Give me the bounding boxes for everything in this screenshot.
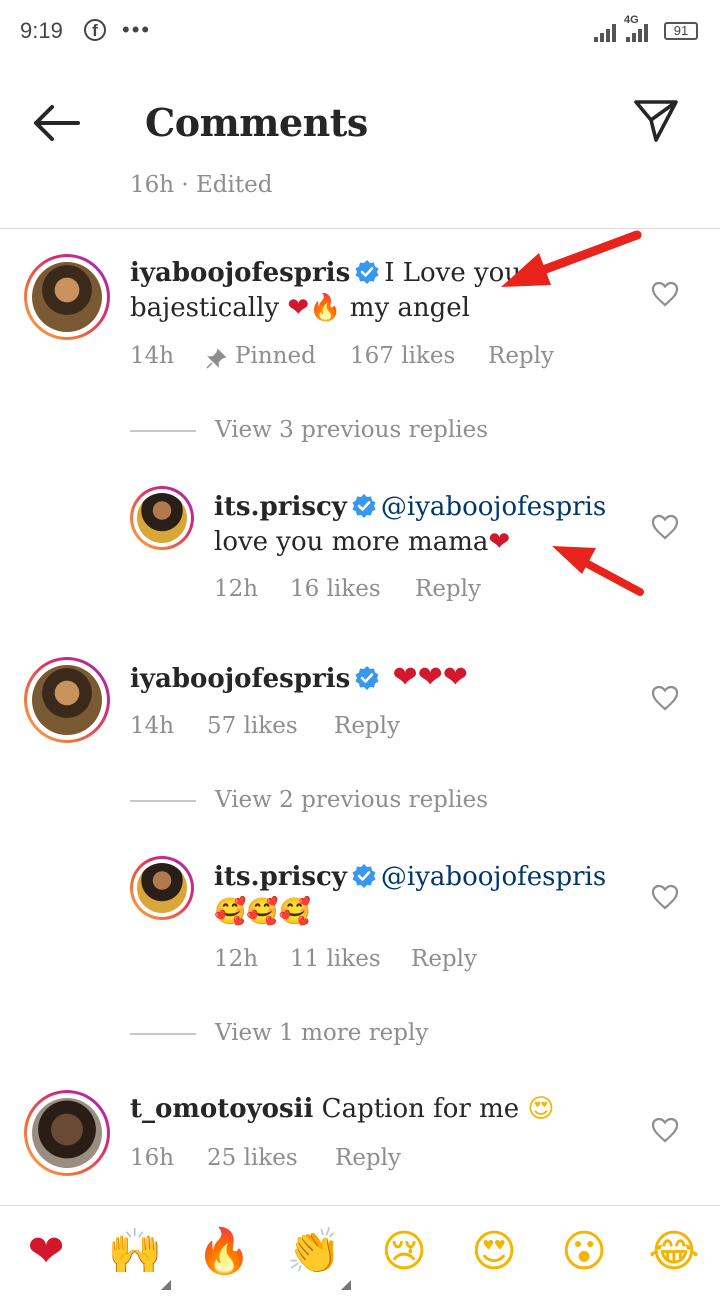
page-title: Comments	[145, 100, 368, 145]
more-variants-icon	[341, 1280, 351, 1290]
reaction-heart-eyes-button[interactable]: 😍	[464, 1222, 524, 1282]
likes-count[interactable]: 57 likes	[207, 713, 298, 739]
username[interactable]: iyaboojofespris	[130, 664, 350, 694]
facebook-icon: f	[84, 19, 106, 41]
verified-badge-icon	[355, 260, 379, 284]
mention-link[interactable]: @iyaboojofespris	[381, 862, 606, 892]
reaction-crying-button[interactable]: 😢	[374, 1222, 434, 1282]
more-notifications-icon: •••	[122, 17, 152, 42]
status-time: 9:19	[20, 18, 63, 43]
comment-text: iyaboojofespris ❤❤❤	[130, 660, 650, 697]
likes-count[interactable]: 25 likes	[207, 1145, 298, 1171]
pinned-label: Pinned	[235, 343, 316, 369]
verified-badge-icon	[355, 666, 379, 690]
view-replies-button[interactable]: View 1 more reply	[215, 1020, 428, 1046]
caption-meta: 16h · Edited	[130, 172, 273, 198]
avatar[interactable]	[130, 486, 194, 550]
reaction-laughing-button[interactable]: 😂	[644, 1222, 704, 1282]
view-replies-button[interactable]: View 3 previous replies	[215, 417, 488, 443]
send-icon[interactable]	[630, 96, 682, 146]
battery-icon: 91	[664, 22, 698, 40]
reply-button[interactable]: Reply	[334, 713, 400, 739]
reaction-fire-button[interactable]: 🔥	[194, 1222, 254, 1282]
reply-button[interactable]: Reply	[415, 576, 481, 602]
heart-emoji: ❤	[287, 293, 310, 323]
reply-button[interactable]: Reply	[488, 343, 554, 369]
comment-text: t_omotoyosii Caption for me 😍	[130, 1092, 650, 1127]
reaction-raised-hands-button[interactable]: 🙌	[105, 1222, 165, 1282]
comment-time: 12h	[214, 576, 259, 602]
avatar[interactable]	[24, 657, 110, 743]
heart-emoji: ❤	[488, 527, 511, 557]
comment-body: ❤❤❤	[392, 660, 468, 695]
like-heart-icon[interactable]	[651, 1117, 679, 1143]
annotation-arrow-icon	[501, 230, 642, 287]
comment-body-line2: bajestically	[130, 293, 280, 323]
view-replies-button[interactable]: View 2 previous replies	[215, 787, 488, 813]
more-variants-icon	[161, 1280, 171, 1290]
reply-button[interactable]: Reply	[411, 946, 477, 972]
like-heart-icon[interactable]	[651, 685, 679, 711]
comment-text: its.priscy @iyaboojofespris 🥰🥰🥰	[214, 860, 654, 930]
pin-icon	[206, 348, 227, 369]
like-heart-icon[interactable]	[651, 884, 679, 910]
divider-line	[130, 800, 196, 802]
reaction-heart-button[interactable]: ❤	[16, 1222, 76, 1282]
reaction-clap-button[interactable]: 👏	[284, 1222, 344, 1282]
signal-icon-2	[626, 22, 650, 42]
divider-line	[130, 1033, 196, 1035]
likes-count[interactable]: 16 likes	[290, 576, 381, 602]
username[interactable]: its.priscy	[214, 862, 347, 892]
fire-emoji: 🔥	[309, 293, 342, 323]
verified-badge-icon	[352, 494, 376, 518]
username[interactable]: t_omotoyosii	[130, 1094, 313, 1124]
comment-time: 14h	[130, 343, 175, 369]
avatar[interactable]	[130, 856, 194, 920]
back-arrow-icon[interactable]	[28, 100, 84, 146]
comment-body: love you more mama	[214, 527, 489, 557]
username[interactable]: its.priscy	[214, 492, 347, 522]
likes-count[interactable]: 11 likes	[290, 946, 381, 972]
avatar[interactable]	[24, 1090, 110, 1176]
mention-link[interactable]: @iyaboojofespris	[381, 492, 606, 522]
divider-line	[130, 430, 196, 432]
like-heart-icon[interactable]	[651, 514, 679, 540]
comment-body: 🥰🥰🥰	[214, 897, 312, 927]
comment-time: 16h	[130, 1145, 175, 1171]
signal-icon	[594, 22, 618, 42]
like-heart-icon[interactable]	[651, 281, 679, 307]
likes-count[interactable]: 167 likes	[350, 343, 455, 369]
comment-time: 12h	[214, 946, 259, 972]
reaction-surprised-button[interactable]: 😮	[554, 1222, 614, 1282]
avatar[interactable]	[24, 254, 110, 340]
comment-time: 14h	[130, 713, 175, 739]
username[interactable]: iyaboojofespris	[130, 258, 350, 288]
comment-body: Caption for me	[321, 1094, 520, 1124]
comment-text: its.priscy @iyaboojofespris love you more…	[214, 490, 654, 560]
heart-eyes-emoji: 😍	[527, 1094, 555, 1124]
comment-body-tail: my angel	[349, 293, 470, 323]
reply-button[interactable]: Reply	[335, 1145, 401, 1171]
verified-badge-icon	[352, 864, 376, 888]
